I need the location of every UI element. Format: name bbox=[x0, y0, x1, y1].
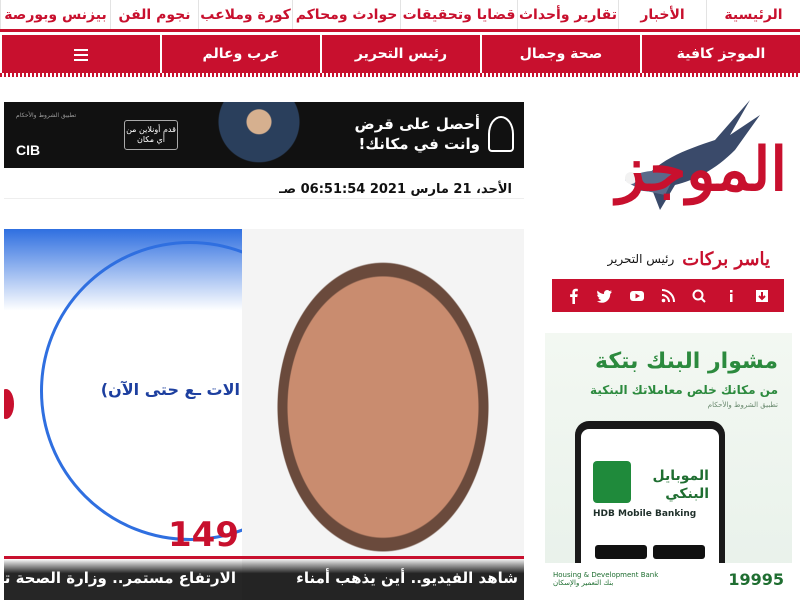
nav-item-news[interactable]: الأخبار bbox=[618, 0, 706, 29]
nav-item-reports[interactable]: تقارير وأحداث bbox=[517, 0, 618, 29]
main-nav-secondary: الموجز كافية صحة وجمال رئيس التحرير عرب … bbox=[0, 35, 800, 73]
cib-person-image bbox=[204, 102, 314, 168]
current-date: الأحد، 21 مارس 2021 06:51:54 صـ bbox=[279, 182, 512, 197]
cib-online-badge: قدم أونلاين من أي مكان bbox=[124, 120, 178, 150]
editor-credit: ياسر بركات رئيس التحرير bbox=[580, 246, 770, 272]
hdb-ad-banner[interactable]: مشوار البنك بتكة من مكانك خلص معاملاتك ا… bbox=[545, 333, 792, 595]
news-card-infographic[interactable]: الات ـع حتى الآن) 149 الارتفاع مستمر.. و… bbox=[4, 229, 242, 600]
editor-name: ياسر بركات bbox=[682, 248, 770, 270]
infographic-number: 149 bbox=[168, 515, 239, 555]
nav-item-sports[interactable]: كورة وملاعب bbox=[198, 0, 292, 29]
google-play-badge-icon bbox=[653, 545, 705, 559]
cib-headline: أحصل على قرض وانت في مكانك! bbox=[355, 114, 480, 155]
nav-item-home[interactable]: الرئيسية bbox=[706, 0, 800, 29]
ad-headline: مشوار البنك بتكة bbox=[595, 349, 778, 374]
youtube-button[interactable] bbox=[625, 284, 649, 308]
nav-divider bbox=[0, 73, 800, 77]
rss-icon bbox=[661, 288, 676, 302]
phone-title: الموبايل البنكي bbox=[653, 467, 710, 503]
nav-item-business[interactable]: بيزنس وبورصة bbox=[0, 0, 110, 29]
main-nav-primary: الرئيسية الأخبار تقارير وأحداث قضايا وتح… bbox=[0, 0, 800, 32]
cib-pillars-icon bbox=[488, 116, 514, 152]
ad-subline: من مكانك خلص معاملاتك البنكية bbox=[590, 383, 778, 397]
search-icon bbox=[692, 289, 707, 303]
ad-footer: 19995 Housing & Development Bank بنك الت… bbox=[545, 563, 792, 595]
cib-headline-line-1: أحصل على قرض bbox=[354, 115, 480, 133]
logo-wordmark: الموجز bbox=[616, 135, 789, 205]
social-toolbar bbox=[552, 279, 784, 312]
bank-name-en: Housing & Development Bank bbox=[553, 570, 659, 579]
info-icon bbox=[729, 289, 733, 302]
hamburger-icon bbox=[74, 48, 88, 61]
editor-label: رئيس التحرير bbox=[607, 252, 675, 266]
nav-item-arab-world[interactable]: عرب وعالم bbox=[160, 35, 320, 73]
archive-icon bbox=[756, 289, 769, 302]
bank-names: Housing & Development Bank بنك التعمير و… bbox=[553, 571, 658, 588]
app-store-badge-icon bbox=[595, 545, 647, 559]
bank-name-ar: بنك التعمير والإسكان bbox=[553, 579, 614, 587]
rss-button[interactable] bbox=[656, 284, 680, 308]
hotline-number: 19995 bbox=[728, 569, 784, 589]
twitter-button[interactable] bbox=[593, 284, 617, 308]
nav-item-editor-in-chief[interactable]: رئيس التحرير bbox=[320, 35, 480, 73]
cib-ad-banner[interactable]: تطبيق الشروط والأحكام CIB قدم أونلاين من… bbox=[4, 102, 524, 168]
twitter-icon bbox=[597, 289, 613, 303]
nav-item-investigations[interactable]: قضايا وتحقيقات bbox=[400, 0, 517, 29]
phone-title-line-1: الموبايل bbox=[652, 468, 710, 484]
cib-headline-line-2: وانت في مكانك! bbox=[358, 135, 480, 154]
nav-item-health-beauty[interactable]: صحة وجمال bbox=[480, 35, 640, 73]
cib-logo: CIB bbox=[16, 142, 41, 158]
news-card-image bbox=[242, 229, 524, 600]
ad-terms: تطبيق الشروط والأحكام bbox=[707, 401, 778, 409]
news-card-title: الارتفاع مستمر.. وزارة الصحة تعلن bbox=[4, 556, 242, 600]
search-button[interactable] bbox=[687, 284, 711, 308]
facebook-icon bbox=[569, 288, 578, 304]
phone-caption: HDB Mobile Banking bbox=[593, 509, 697, 519]
news-card-title: شاهد الفيديو.. أين يذهب أمناء bbox=[242, 556, 524, 600]
date-divider bbox=[4, 198, 524, 199]
nav-item-accidents-courts[interactable]: حوادث ومحاكم bbox=[292, 0, 400, 29]
nav-item-cafe[interactable]: الموجز كافية bbox=[640, 35, 800, 73]
phone-title-line-2: البنكي bbox=[665, 486, 709, 503]
archive-button[interactable] bbox=[750, 284, 774, 308]
hamburger-menu-button[interactable] bbox=[0, 35, 160, 73]
news-card-featured[interactable]: شاهد الفيديو.. أين يذهب أمناء bbox=[242, 229, 524, 600]
store-badges bbox=[595, 545, 705, 559]
site-logo[interactable]: الموجز bbox=[525, 80, 795, 230]
youtube-icon bbox=[629, 290, 644, 301]
infographic-text: الات ـع حتى الآن) bbox=[100, 380, 240, 399]
facebook-button[interactable] bbox=[562, 284, 586, 308]
hdb-logo-icon bbox=[593, 461, 631, 503]
info-button[interactable] bbox=[719, 284, 743, 308]
cib-terms: تطبيق الشروط والأحكام bbox=[16, 112, 77, 119]
nav-item-stars[interactable]: نجوم الفن bbox=[110, 0, 198, 29]
